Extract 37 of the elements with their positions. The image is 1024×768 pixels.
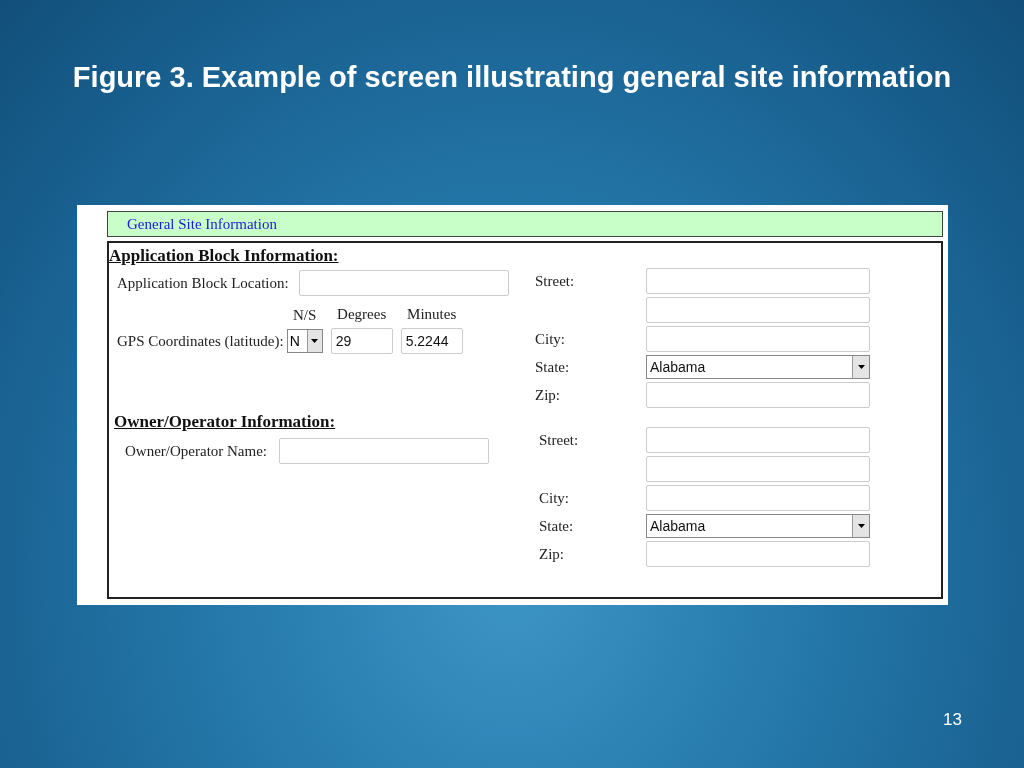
dropdown-arrow-icon <box>857 365 865 369</box>
input-field[interactable] <box>646 297 870 323</box>
input-field[interactable] <box>646 382 870 408</box>
state-dropdown[interactable]: Alabama <box>646 355 870 379</box>
page-number: 13 <box>943 710 962 730</box>
field-label: Zip: <box>538 545 565 563</box>
degrees-field[interactable]: 29 <box>330 328 393 354</box>
field-label: State: <box>538 517 575 535</box>
field-label: State: <box>534 358 571 376</box>
input-field[interactable] <box>646 427 870 453</box>
minutes-field[interactable]: 5.2244 <box>400 328 463 354</box>
input-field[interactable] <box>646 456 870 482</box>
input-field[interactable] <box>279 438 490 464</box>
field-label: City: <box>534 330 566 348</box>
input-field[interactable] <box>646 485 870 511</box>
state-dropdown[interactable]: Alabama <box>646 514 870 538</box>
input-field[interactable] <box>646 541 870 567</box>
hemisphere-dropdown[interactable]: N <box>286 329 323 353</box>
section-heading: Owner/Operator Information: <box>114 412 337 432</box>
field-label: Application Block Location: <box>117 274 289 292</box>
column-label: Degrees <box>337 306 387 323</box>
column-label: Minutes <box>407 306 457 323</box>
field-label: Street: <box>534 272 576 290</box>
input-field[interactable] <box>646 268 870 294</box>
field-label: Owner/Operator Name: <box>125 442 268 460</box>
input-field[interactable] <box>646 326 870 352</box>
column-label: N/S <box>293 307 317 324</box>
dropdown-arrow-icon <box>311 339 319 343</box>
field-label: Zip: <box>534 386 561 404</box>
input-field[interactable] <box>298 270 509 296</box>
form-header-bar: General Site Information <box>107 211 943 237</box>
field-label: Street: <box>538 431 580 449</box>
field-label: GPS Coordinates (latitude): <box>117 333 284 350</box>
section-heading: Application Block Information: <box>109 246 340 266</box>
field-label: City: <box>538 489 570 507</box>
dropdown-arrow-icon <box>857 524 865 528</box>
slide-title: Figure 3. Example of screen illustrating general site information <box>72 60 952 95</box>
